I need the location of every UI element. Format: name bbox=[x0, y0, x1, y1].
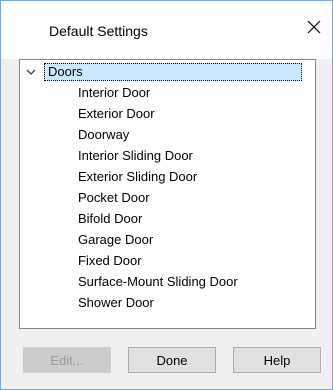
help-button[interactable]: Help bbox=[233, 347, 321, 373]
tree-item-garage-door[interactable]: Garage Door bbox=[78, 230, 153, 250]
tree-item-exterior-sliding-door[interactable]: Exterior Sliding Door bbox=[78, 167, 197, 187]
tree-item-bifold-door[interactable]: Bifold Door bbox=[78, 209, 142, 229]
settings-tree[interactable]: Doors Interior Door Exterior Door Doorwa… bbox=[19, 59, 316, 329]
edit-button[interactable]: Edit... bbox=[23, 347, 111, 373]
tree-item-surface-mount-sliding-door[interactable]: Surface-Mount Sliding Door bbox=[78, 272, 238, 292]
tree-item-fixed-door[interactable]: Fixed Door bbox=[78, 251, 142, 271]
title-bar: Default Settings bbox=[1, 1, 332, 59]
tree-item-doors[interactable]: Doors bbox=[24, 63, 302, 81]
close-icon[interactable] bbox=[302, 15, 326, 39]
tree-item-doorway[interactable]: Doorway bbox=[78, 125, 129, 145]
tree-item-label: Doors bbox=[44, 63, 302, 81]
tree-item-interior-door[interactable]: Interior Door bbox=[78, 83, 150, 103]
dialog-title: Default Settings bbox=[49, 23, 148, 39]
tree-item-interior-sliding-door[interactable]: Interior Sliding Door bbox=[78, 146, 193, 166]
tree-item-exterior-door[interactable]: Exterior Door bbox=[78, 104, 155, 124]
tree-item-pocket-door[interactable]: Pocket Door bbox=[78, 188, 150, 208]
done-button[interactable]: Done bbox=[128, 347, 216, 373]
chevron-down-icon[interactable] bbox=[24, 65, 38, 79]
default-settings-dialog: Default Settings Doors Interior Door Ext… bbox=[0, 0, 333, 390]
tree-item-shower-door[interactable]: Shower Door bbox=[78, 293, 154, 313]
